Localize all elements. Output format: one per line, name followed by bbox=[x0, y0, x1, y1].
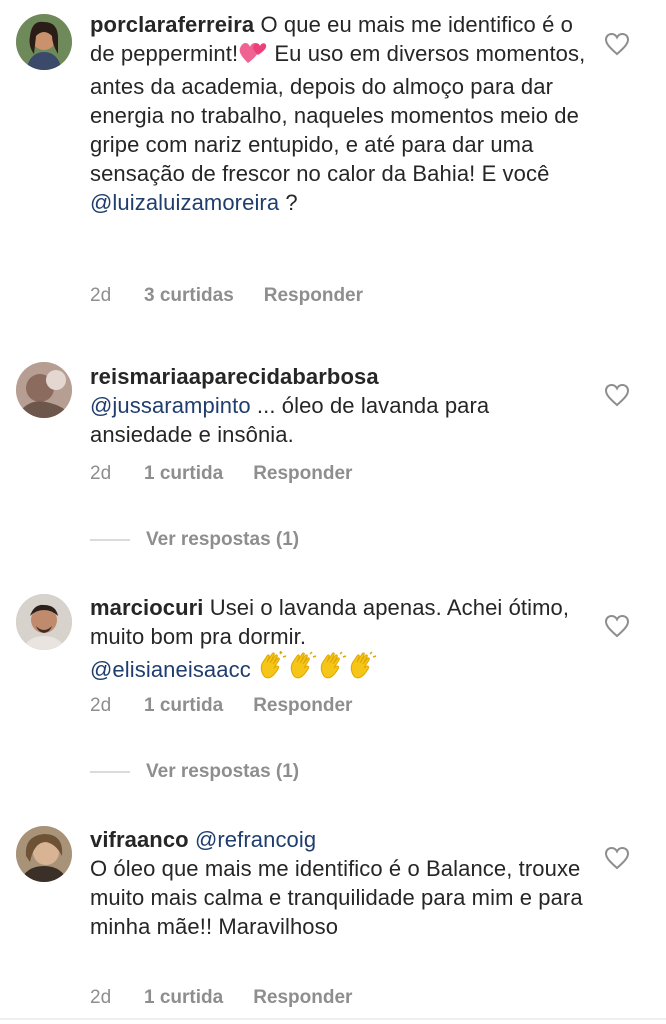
comment-text: porclaraferreira O que eu mais me identi… bbox=[90, 10, 590, 217]
timestamp: 2d bbox=[90, 695, 112, 716]
avatar-photo bbox=[16, 826, 72, 882]
comment-text: reismariaaparecidabarbosa @jussarampinto… bbox=[90, 362, 590, 449]
clapping-hands-icon bbox=[257, 650, 287, 688]
avatar[interactable] bbox=[16, 14, 72, 70]
comment-meta: 2d 1 curtida Responder bbox=[90, 987, 352, 1009]
mention-link[interactable]: @refrancoig bbox=[195, 827, 316, 852]
comment-body: ? bbox=[279, 190, 298, 215]
username[interactable]: reismariaaparecidabarbosa bbox=[90, 364, 379, 389]
mention-link[interactable]: @luizaluizamoreira bbox=[90, 190, 279, 215]
avatar[interactable] bbox=[16, 826, 72, 882]
username[interactable]: vifraanco bbox=[90, 827, 189, 852]
divider bbox=[0, 1018, 666, 1020]
view-replies-label: Ver respostas (1) bbox=[146, 529, 300, 550]
comment-body: O óleo que mais me identifico é o Balanc… bbox=[90, 856, 583, 939]
avatar[interactable] bbox=[16, 594, 72, 650]
avatar[interactable] bbox=[16, 362, 72, 418]
mention-link[interactable]: @jussarampinto bbox=[90, 393, 251, 418]
comment-text: marciocuri Usei o lavanda apenas. Achei … bbox=[90, 593, 590, 688]
replies-divider bbox=[90, 771, 130, 773]
reply-button[interactable]: Responder bbox=[253, 463, 352, 485]
username[interactable]: porclaraferreira bbox=[90, 12, 254, 37]
two-hearts-icon bbox=[238, 39, 268, 72]
mention-link[interactable]: @elisianeisaacc bbox=[90, 657, 251, 682]
like-heart-icon[interactable] bbox=[604, 32, 630, 56]
timestamp: 2d bbox=[90, 285, 112, 306]
avatar-photo bbox=[16, 362, 72, 418]
avatar-photo bbox=[16, 594, 72, 650]
clapping-hands-icon bbox=[347, 651, 377, 688]
clapping-hands-icon bbox=[287, 651, 317, 688]
timestamp: 2d bbox=[90, 987, 112, 1008]
like-heart-icon[interactable] bbox=[604, 614, 630, 638]
view-replies-label: Ver respostas (1) bbox=[146, 761, 300, 782]
comment-text: vifraanco @refrancoig O óleo que mais me… bbox=[90, 825, 590, 941]
reply-button[interactable]: Responder bbox=[264, 285, 363, 307]
replies-divider bbox=[90, 539, 130, 541]
comment-meta: 2d 3 curtidas Responder bbox=[90, 285, 363, 307]
view-replies-button[interactable]: Ver respostas (1) bbox=[90, 529, 299, 551]
likes-count[interactable]: 1 curtida bbox=[144, 987, 223, 1009]
reply-button[interactable]: Responder bbox=[253, 987, 352, 1009]
comment-meta: 2d 1 curtida Responder bbox=[90, 463, 352, 485]
like-heart-icon[interactable] bbox=[604, 383, 630, 407]
comment-meta: 2d 1 curtida Responder bbox=[90, 695, 352, 717]
clapping-hands-icon bbox=[317, 651, 347, 688]
reply-button[interactable]: Responder bbox=[253, 695, 352, 717]
avatar-photo bbox=[16, 14, 72, 70]
likes-count[interactable]: 1 curtida bbox=[144, 695, 223, 717]
username[interactable]: marciocuri bbox=[90, 595, 204, 620]
timestamp: 2d bbox=[90, 463, 112, 484]
likes-count[interactable]: 3 curtidas bbox=[144, 285, 234, 307]
likes-count[interactable]: 1 curtida bbox=[144, 463, 223, 485]
view-replies-button[interactable]: Ver respostas (1) bbox=[90, 761, 299, 783]
like-heart-icon[interactable] bbox=[604, 846, 630, 870]
